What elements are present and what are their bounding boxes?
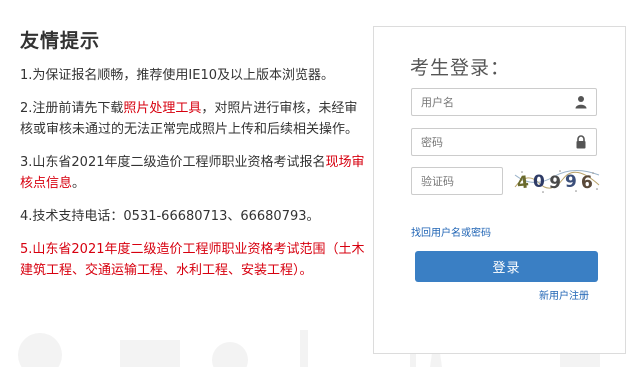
tip-item-1: 1.为保证报名顺畅，推荐使用IE10及以上版本浏览器。 (20, 68, 334, 83)
captcha-field[interactable] (411, 167, 503, 195)
tip-item-5: 5.山东省2021年度二级造价工程师职业资格考试范围（土木建筑工程、交通运输工程… (20, 242, 365, 278)
tip-item-3-text-post: 。 (72, 176, 86, 191)
lock-icon (576, 135, 586, 149)
password-field[interactable] (411, 128, 597, 156)
forgot-credentials-link[interactable]: 找回用户名或密码 (411, 224, 491, 239)
tip-item-2-text: 2.注册前请先下载 (20, 101, 124, 116)
captcha-char-3: 9 (548, 173, 562, 194)
username-input[interactable] (421, 90, 571, 114)
captcha-char-2: 0 (533, 172, 545, 192)
captcha-char-5: 6 (580, 173, 593, 194)
captcha-char-1: 4 (516, 172, 530, 193)
user-icon (575, 96, 587, 109)
tips-panel: 友情提示 1.为保证报名顺畅，推荐使用IE10及以上版本浏览器。 2.注册前请先… (20, 26, 365, 293)
password-input[interactable] (421, 130, 571, 154)
login-title: 考生登录： (410, 57, 511, 79)
tips-title: 友情提示 (20, 30, 101, 52)
captcha-input[interactable] (421, 169, 496, 193)
login-button[interactable]: 登录 (415, 251, 598, 282)
captcha-char-4: 9 (565, 172, 577, 192)
tip-item-3-text: 3.山东省2021年度二级造价工程师职业资格考试报名 (20, 155, 326, 170)
captcha-image[interactable]: 4 0 9 9 6 (513, 167, 601, 195)
username-field[interactable] (411, 88, 597, 116)
register-link[interactable]: 新用户注册 (539, 287, 589, 302)
login-panel: 考生登录： 4 0 9 9 6 找回用户名或密码 登录 (373, 26, 626, 354)
tip-item-3: 3.山东省2021年度二级造价工程师职业资格考试报名现场审核点信息。 (20, 152, 365, 194)
tip-item-2: 2.注册前请先下载照片处理工具，对照片进行审核，未经审核或审核未通过的无法正常完… (20, 98, 365, 140)
tip-item-4: 4.技术支持电话：0531-66680713、66680793。 (20, 209, 320, 224)
photo-tool-link[interactable]: 照片处理工具 (123, 101, 201, 116)
